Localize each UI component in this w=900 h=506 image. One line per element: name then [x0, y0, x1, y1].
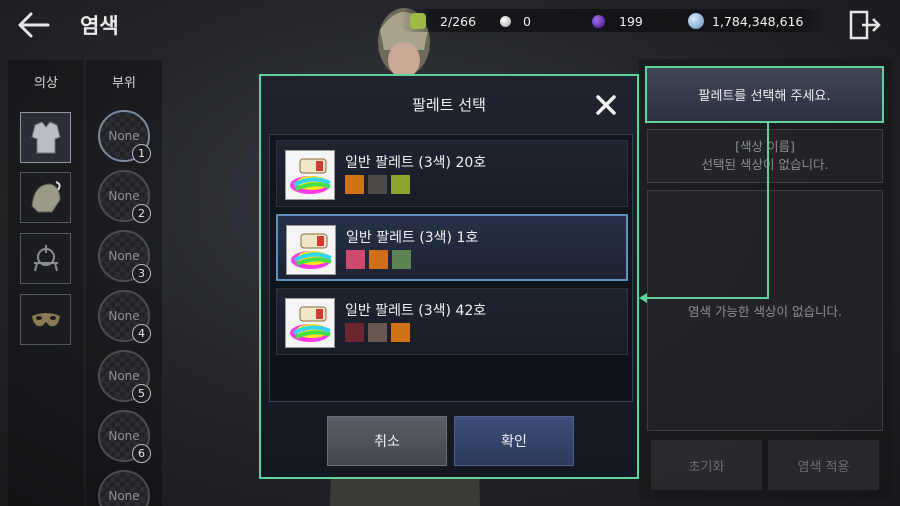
part-slot-5[interactable]: None 5 [98, 350, 151, 403]
resource-purple-orb: 199 [592, 10, 643, 32]
dialog-title: 팔레트 선택 [412, 96, 486, 114]
guide-line-horizontal [645, 297, 769, 299]
parts-tab-header: 부위 [112, 76, 136, 91]
costume-slot-accessory[interactable] [20, 233, 71, 284]
part-slot-3[interactable]: None 3 [98, 230, 151, 283]
back-arrow-icon[interactable] [14, 8, 54, 42]
select-palette-hint: 팔레트를 선택해 주세요. [645, 66, 884, 123]
part-slot-6[interactable]: None 6 [98, 410, 151, 463]
color-swatch-1 [346, 250, 365, 269]
palette-list: 일반 팔레트 (3색) 20호 일반 팔레트 (3색) 1호 일반 팔레트 (3… [269, 134, 633, 402]
exit-door-icon[interactable] [848, 10, 882, 40]
gem-icon [410, 13, 426, 29]
costume-slot-armor[interactable] [20, 112, 71, 163]
close-x-icon[interactable] [595, 94, 617, 116]
resource-pearl: 0 [500, 10, 531, 32]
reset-button[interactable]: 초기화 [651, 440, 762, 490]
costume-slot-mask[interactable] [20, 294, 71, 345]
mask-icon [31, 312, 60, 326]
apply-dye-button[interactable]: 염색 적용 [768, 440, 879, 490]
color-swatch-3 [391, 175, 410, 194]
part-slot-2[interactable]: None 2 [98, 170, 151, 223]
confirm-button[interactable]: 확인 [454, 416, 574, 466]
color-swatch-2 [369, 250, 388, 269]
color-swatch-2 [368, 175, 387, 194]
palette-name: 일반 팔레트 (3색) 42호 [345, 303, 487, 319]
cancel-button[interactable]: 취소 [327, 416, 447, 466]
color-swatch-3 [391, 323, 410, 342]
palette-icon [285, 150, 335, 200]
resource-gem: 2/266 [410, 10, 476, 32]
armor-icon [30, 120, 61, 153]
palette-item-1[interactable]: 일반 팔레트 (3색) 1호 [276, 214, 628, 281]
color-swatch-3 [392, 250, 411, 269]
color-list-box: 염색 가능한 색상이 없습니다. [647, 190, 883, 431]
costume-slot-helmet[interactable] [20, 172, 71, 223]
palette-icon [285, 298, 335, 348]
part-slot-1[interactable]: None 1 [98, 110, 151, 163]
color-name-box: [색상 이름] 선택된 색상이 없습니다. [647, 129, 883, 183]
pearl-icon [500, 15, 511, 27]
silver-coin-icon [688, 13, 704, 29]
palette-select-dialog: 팔레트 선택 일반 팔레트 (3색) 20호 일반 팔레트 (3색) 1호 일반… [259, 74, 639, 479]
palette-item-42[interactable]: 일반 팔레트 (3색) 42호 [276, 288, 628, 355]
guide-line-vertical [767, 123, 769, 298]
palette-item-20[interactable]: 일반 팔레트 (3색) 20호 [276, 140, 628, 207]
accessory-icon [33, 244, 58, 271]
costume-tab-header: 의상 [34, 76, 58, 91]
page-title: 염색 [80, 14, 119, 38]
color-swatch-1 [345, 175, 364, 194]
palette-name: 일반 팔레트 (3색) 20호 [345, 155, 487, 171]
color-swatch-2 [368, 323, 387, 342]
helmet-icon [30, 180, 61, 212]
color-swatch-1 [345, 323, 364, 342]
palette-icon [286, 225, 336, 275]
part-slot-4[interactable]: None 4 [98, 290, 151, 343]
palette-name: 일반 팔레트 (3색) 1호 [346, 230, 479, 246]
resource-silver: 1,784,348,616 [688, 10, 803, 32]
purple-orb-icon [592, 14, 605, 28]
